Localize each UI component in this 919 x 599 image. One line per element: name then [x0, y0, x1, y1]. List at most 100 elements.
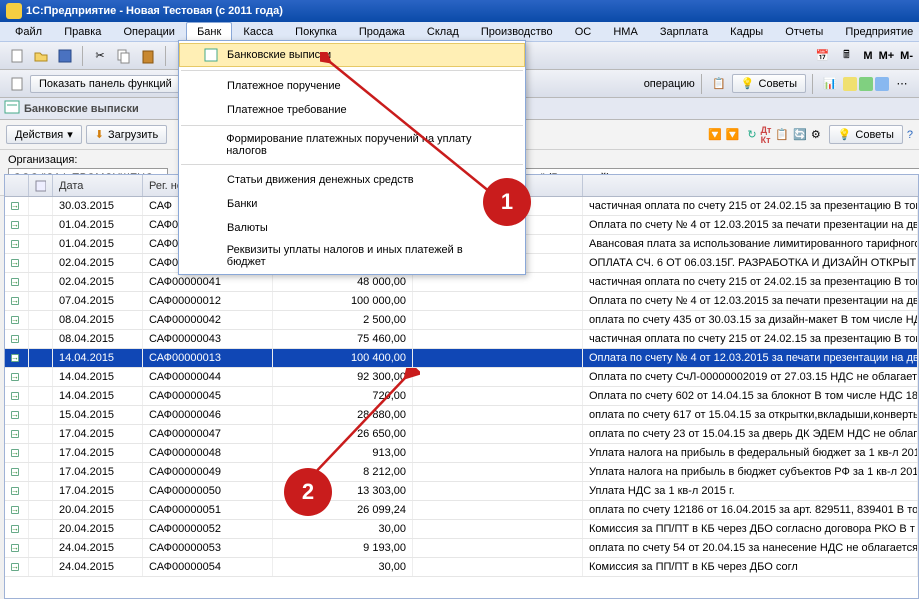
menu-продажа[interactable]: Продажа: [348, 22, 416, 41]
column-header[interactable]: [29, 175, 53, 196]
load-button[interactable]: ⬇ Загрузить: [86, 125, 167, 144]
menu-отчеты[interactable]: Отчеты: [774, 22, 834, 41]
refresh2-icon[interactable]: 🔄: [793, 128, 807, 141]
copy-icon[interactable]: [113, 45, 135, 67]
help-icon[interactable]: ?: [907, 129, 913, 141]
menu-производство[interactable]: Производство: [470, 22, 564, 41]
form-icon[interactable]: 📋: [775, 128, 789, 141]
advice-button[interactable]: 💡 Советы: [732, 74, 806, 93]
doc-icon[interactable]: [6, 73, 28, 95]
m-plus-label[interactable]: M+: [879, 50, 895, 62]
filter-clear-icon[interactable]: 🔽: [726, 128, 740, 141]
menu-склад[interactable]: Склад: [416, 22, 470, 41]
legend-icon[interactable]: 📊: [819, 73, 841, 95]
menu-касса[interactable]: Касса: [232, 22, 284, 41]
table-row[interactable]: 17.04.2015САФ00000048913,00Уплата налога…: [5, 444, 918, 463]
table-row[interactable]: 02.04.2015САФ0000004148 000,00частичная …: [5, 273, 918, 292]
table-cell: САФ00000043: [143, 330, 273, 348]
dropdown-item[interactable]: Реквизиты уплаты налогов и иных платежей…: [179, 240, 525, 272]
table-cell: частичная оплата по счету 215 от 24.02.1…: [583, 330, 918, 348]
table-cell: [413, 425, 583, 443]
menu-файл[interactable]: Файл: [4, 22, 53, 41]
table-cell: 100 400,00: [273, 349, 413, 367]
table-row[interactable]: 14.04.2015САФ0000004492 300,00Оплата по …: [5, 368, 918, 387]
new-icon[interactable]: [6, 45, 28, 67]
table-cell: [5, 349, 29, 367]
table-row[interactable]: 24.04.2015САФ000000539 193,00оплата по с…: [5, 539, 918, 558]
table-cell: [29, 311, 53, 329]
dropdown-item[interactable]: Статьи движения денежных средств: [179, 168, 525, 192]
table-cell: оплата по счету 54 от 20.04.15 за нанесе…: [583, 539, 918, 557]
dropdown-item[interactable]: Банковские выписки: [179, 43, 525, 67]
table-row[interactable]: 24.04.2015САФ0000005430,00Комиссия за ПП…: [5, 558, 918, 577]
table-row[interactable]: 14.04.2015САФ00000013100 400,00Оплата по…: [5, 349, 918, 368]
table-cell: [29, 406, 53, 424]
table-cell: САФ00000013: [143, 349, 273, 367]
color1-icon[interactable]: [843, 77, 857, 91]
table-cell: 30,00: [273, 558, 413, 576]
cut-icon[interactable]: ✂: [89, 45, 111, 67]
column-header[interactable]: Дата: [53, 175, 143, 196]
misc-icon[interactable]: ⋯: [891, 73, 913, 95]
menu-нма[interactable]: НМА: [602, 22, 649, 41]
save-icon[interactable]: [54, 45, 76, 67]
report-icon[interactable]: 📋: [708, 73, 730, 95]
settings-icon[interactable]: ⚙: [811, 128, 821, 141]
dropdown-item[interactable]: Банки: [179, 192, 525, 216]
refresh-icon[interactable]: ↻: [747, 128, 756, 141]
menu-предприятие[interactable]: Предприятие: [834, 22, 919, 41]
table-row[interactable]: 14.04.2015САФ00000045720,00Оплата по сче…: [5, 387, 918, 406]
table-cell: [413, 387, 583, 405]
operation-label[interactable]: операцию: [644, 78, 695, 90]
menu-зарплата[interactable]: Зарплата: [649, 22, 719, 41]
table-row[interactable]: 17.04.2015САФ0000004726 650,00оплата по …: [5, 425, 918, 444]
table-cell: [5, 425, 29, 443]
menu-правка[interactable]: Правка: [53, 22, 112, 41]
m-minus-label[interactable]: M-: [900, 50, 913, 62]
table-cell: 01.04.2015: [53, 235, 143, 253]
table-row[interactable]: 20.04.2015САФ0000005230,00Комиссия за ПП…: [5, 520, 918, 539]
table-cell: частичная оплата по счету 215 от 24.02.1…: [583, 273, 918, 291]
color3-icon[interactable]: [875, 77, 889, 91]
menu-покупка[interactable]: Покупка: [284, 22, 348, 41]
table-cell: Уплата налога на прибыль в бюджет субъек…: [583, 463, 918, 481]
dropdown-separator: [181, 164, 523, 165]
table-row[interactable]: 17.04.2015САФ0000005013 303,00Уплата НДС…: [5, 482, 918, 501]
m-label[interactable]: M: [863, 50, 872, 62]
filter1-icon[interactable]: 🔽: [708, 128, 722, 141]
table-cell: Оплата по счету № 4 от 12.03.2015 за печ…: [583, 216, 918, 234]
open-icon[interactable]: [30, 45, 52, 67]
table-row[interactable]: 07.04.2015САФ00000012100 000,00Оплата по…: [5, 292, 918, 311]
dropdown-item-label: Банковские выписки: [227, 49, 331, 61]
advice-button-2[interactable]: 💡 Советы: [829, 125, 903, 144]
table-row[interactable]: 08.04.2015САФ000000422 500,00оплата по с…: [5, 311, 918, 330]
menu-банк[interactable]: Банк: [186, 22, 232, 41]
show-panel-button[interactable]: Показать панель функций: [30, 75, 181, 93]
column-header[interactable]: [5, 175, 29, 196]
dropdown-item[interactable]: Платежное требование: [179, 98, 525, 122]
dk-icon[interactable]: ДтКт: [761, 125, 772, 145]
dropdown-item[interactable]: Формирование платежных поручений на упла…: [179, 129, 525, 161]
table-cell: 75 460,00: [273, 330, 413, 348]
row-status-icon: [11, 563, 19, 571]
calendar-icon[interactable]: 📅: [811, 45, 833, 67]
calculator-icon[interactable]: 🖩: [835, 45, 857, 67]
load-label: Загрузить: [108, 129, 158, 141]
table-row[interactable]: 15.04.2015САФ0000004628 880,00оплата по …: [5, 406, 918, 425]
row-status-icon: [11, 259, 19, 267]
table-row[interactable]: 17.04.2015САФ000000498 212,00Уплата нало…: [5, 463, 918, 482]
table-cell: 26 650,00: [273, 425, 413, 443]
paste-icon[interactable]: [137, 45, 159, 67]
table-cell: САФ00000048: [143, 444, 273, 462]
dropdown-item[interactable]: Валюты: [179, 216, 525, 240]
menu-кадры[interactable]: Кадры: [719, 22, 774, 41]
menu-операции[interactable]: Операции: [112, 22, 186, 41]
actions-dropdown[interactable]: Действия ▾: [6, 125, 82, 144]
color2-icon[interactable]: [859, 77, 873, 91]
table-row[interactable]: 20.04.2015САФ0000005126 099,24оплата по …: [5, 501, 918, 520]
menu-ос[interactable]: ОС: [564, 22, 603, 41]
dropdown-item[interactable]: Платежное поручение: [179, 74, 525, 98]
table-cell: 17.04.2015: [53, 482, 143, 500]
table-cell: [29, 349, 53, 367]
table-row[interactable]: 08.04.2015САФ0000004375 460,00частичная …: [5, 330, 918, 349]
